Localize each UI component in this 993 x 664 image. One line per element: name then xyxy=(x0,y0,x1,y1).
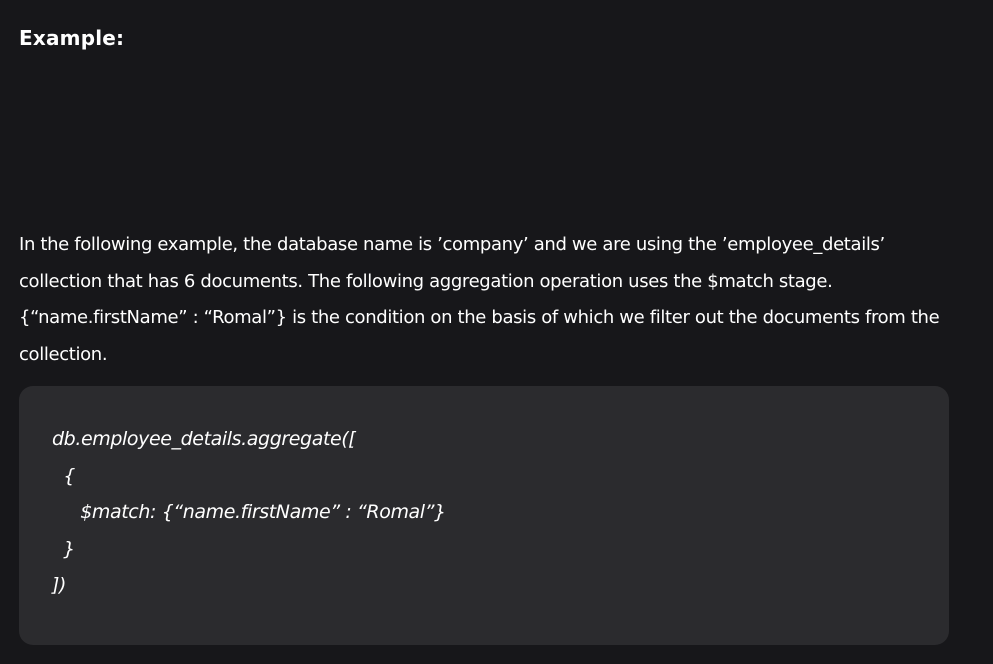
section-heading: Example: xyxy=(19,26,125,50)
code-block: db.employee_details.aggregate([ { $match… xyxy=(19,386,949,645)
code-line: ]) xyxy=(52,574,67,596)
code-line: $match: {“name.firstName” : “Romal”} xyxy=(52,501,446,523)
code-line: { xyxy=(52,464,75,487)
code-line: db.employee_details.aggregate([ xyxy=(52,428,356,450)
example-description: In the following example, the database n… xyxy=(19,234,940,366)
code-line: } xyxy=(52,537,75,560)
